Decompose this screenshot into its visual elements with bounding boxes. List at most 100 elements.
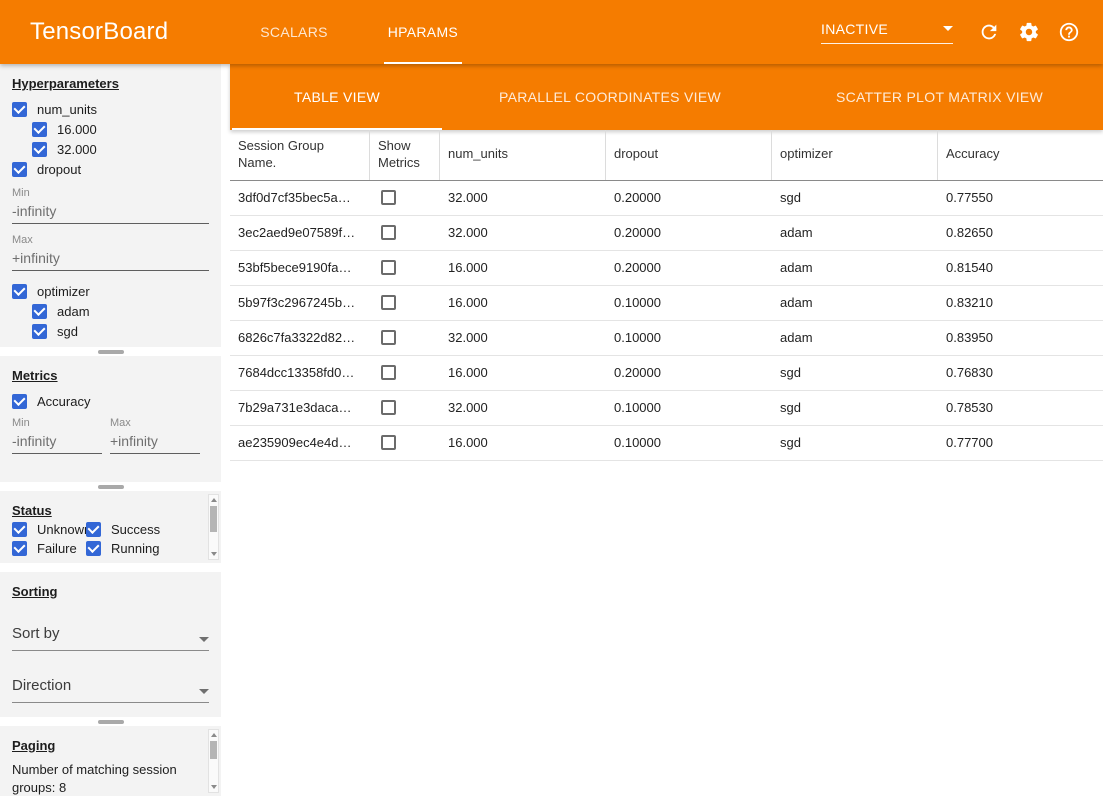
show-metrics-checkbox[interactable] [381,260,396,275]
table-header-row: Session Group Name. Show Metrics num_uni… [230,130,1103,181]
paging-panel: Paging Number of matching session groups… [0,726,221,796]
status-failure[interactable]: Failure [0,539,86,558]
hparam-value-sgd[interactable]: sgd [0,321,221,341]
metric-accuracy[interactable]: Accuracy [0,391,221,411]
num-units-cell: 32.000 [440,181,606,215]
dropout-cell: 0.20000 [606,181,772,215]
session-group-name-cell: 3ec2aed9e07589f… [230,216,370,250]
tab-table-view[interactable]: TABLE VIEW [230,64,444,130]
direction-select[interactable]: Direction [12,677,209,703]
optimizer-cell: adam [772,251,938,285]
accuracy-cell: 0.78530 [938,391,1103,425]
accuracy-cell: 0.76830 [938,356,1103,390]
num-units-cell: 16.000 [440,251,606,285]
chevron-down-icon [199,689,209,694]
status-running[interactable]: Running [86,539,196,558]
hparam-num-units[interactable]: num_units [0,99,221,119]
hparam-value-32[interactable]: 32.000 [0,139,221,159]
status-scrollbar[interactable] [208,494,219,560]
dropout-min-input[interactable] [12,199,209,224]
paging-heading: Paging [12,738,189,753]
accuracy-cell: 0.81540 [938,251,1103,285]
dropout-max-input[interactable] [12,246,209,271]
num-units-cell: 32.000 [440,321,606,355]
checkbox-checked-icon [32,324,47,339]
tab-hparams[interactable]: HPARAMS [358,0,488,64]
status-panel: Status Unknown Success Failure Running [0,491,221,563]
table-body: 3df0d7cf35bec5a… 32.000 0.20000 sgd 0.77… [230,181,1103,461]
dropout-cell: 0.10000 [606,426,772,460]
hparam-value-16[interactable]: 16.000 [0,119,221,139]
dropout-cell: 0.10000 [606,321,772,355]
checkbox-checked-icon [12,102,27,117]
checkbox-checked-icon [32,304,47,319]
scrollbar-thumb [210,741,217,759]
show-metrics-checkbox[interactable] [381,225,396,240]
tab-scatter-plot-matrix-view[interactable]: SCATTER PLOT MATRIX VIEW [776,64,1103,130]
dropout-cell: 0.10000 [606,286,772,320]
metric-min-input[interactable] [12,429,102,454]
table-row: 3ec2aed9e07589f… 32.000 0.20000 adam 0.8… [230,216,1103,251]
show-metrics-checkbox[interactable] [381,435,396,450]
show-metrics-cell [370,251,440,285]
metric-max-input[interactable] [110,429,200,454]
num-units-cell: 16.000 [440,286,606,320]
min-label: Min [12,417,102,429]
optimizer-cell: adam [772,321,938,355]
table-row: ae235909ec4e4d… 16.000 0.10000 sgd 0.777… [230,426,1103,461]
num-units-cell: 32.000 [440,216,606,250]
app-title: TensorBoard [30,18,168,46]
status-heading: Status [12,503,191,518]
hyperparameters-heading: Hyperparameters [12,76,209,91]
gear-icon [1018,21,1040,43]
show-metrics-checkbox[interactable] [381,190,396,205]
checkbox-checked-icon [12,162,27,177]
status-dropdown-value: INACTIVE [821,21,888,37]
sorting-heading: Sorting [12,584,209,599]
resize-handle[interactable] [0,717,221,726]
max-label: Max [110,417,200,429]
show-metrics-checkbox[interactable] [381,400,396,415]
tab-parallel-coordinates-view[interactable]: PARALLEL COORDINATES VIEW [444,64,776,130]
col-accuracy[interactable]: Accuracy [938,130,1103,180]
session-group-name-cell: 53bf5bece9190fa… [230,251,370,285]
col-session-group-name[interactable]: Session Group Name. [230,130,370,180]
show-metrics-checkbox[interactable] [381,365,396,380]
min-label: Min [12,187,209,199]
col-show-metrics[interactable]: Show Metrics [370,130,440,180]
session-group-name-cell: 3df0d7cf35bec5a… [230,181,370,215]
scroll-up-icon [211,733,217,737]
tab-scalars[interactable]: SCALARS [230,0,357,64]
col-num-units[interactable]: num_units [440,130,606,180]
status-success[interactable]: Success [86,520,196,539]
paging-scrollbar[interactable] [208,729,219,793]
table-row: 53bf5bece9190fa… 16.000 0.20000 adam 0.8… [230,251,1103,286]
show-metrics-cell [370,391,440,425]
dropout-cell: 0.10000 [606,391,772,425]
show-metrics-checkbox[interactable] [381,330,396,345]
hparam-optimizer[interactable]: optimizer [0,281,221,301]
num-units-cell: 16.000 [440,426,606,460]
optimizer-cell: sgd [772,391,938,425]
col-optimizer[interactable]: optimizer [772,130,938,180]
hparam-value-adam[interactable]: adam [0,301,221,321]
checkbox-checked-icon [32,142,47,157]
resize-handle[interactable] [0,482,221,491]
show-metrics-checkbox[interactable] [381,295,396,310]
panel-gap [0,563,221,572]
checkbox-checked-icon [12,284,27,299]
refresh-button[interactable] [969,12,1009,52]
sort-by-select[interactable]: Sort by [12,625,209,651]
settings-button[interactable] [1009,12,1049,52]
col-dropout[interactable]: dropout [606,130,772,180]
resize-handle[interactable] [0,347,221,356]
status-dropdown[interactable]: INACTIVE [821,21,953,44]
checkbox-checked-icon [86,522,101,537]
hparam-dropout[interactable]: dropout [0,159,221,179]
accuracy-cell: 0.77550 [938,181,1103,215]
chevron-down-icon [199,637,209,642]
help-button[interactable] [1049,12,1089,52]
help-icon [1058,21,1080,43]
session-group-name-cell: 7b29a731e3daca… [230,391,370,425]
status-unknown[interactable]: Unknown [0,520,86,539]
